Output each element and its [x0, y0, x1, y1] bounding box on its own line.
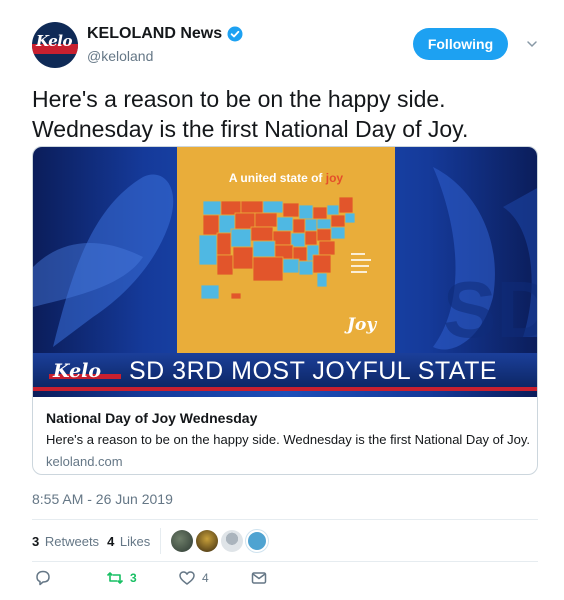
kelo-logo-text: Kelo [53, 360, 102, 382]
liker-avatar[interactable] [171, 530, 194, 552]
liker-avatar[interactable] [196, 530, 219, 552]
joy-poster: A united state of joy Joy [177, 147, 395, 353]
like-button[interactable]: 4 [178, 569, 209, 587]
name-row: KELOLAND News [87, 25, 243, 43]
tweet: Kelo KELOLAND News @keloland Following H… [0, 0, 564, 600]
card-domain: keloland.com [46, 454, 123, 469]
engagement-stats: 3 Retweets 4 Likes [32, 528, 269, 554]
news-banner: Kelo SD 3RD MOST JOYFUL STATE [33, 353, 537, 391]
banner-headline: SD 3RD MOST JOYFUL STATE [129, 357, 498, 385]
avatar[interactable]: Kelo [32, 22, 78, 68]
likes-stat[interactable]: 4 Likes [107, 534, 150, 549]
following-button[interactable]: Following [413, 28, 508, 60]
stats-separator [160, 528, 162, 554]
verified-badge-icon [227, 26, 243, 42]
retweets-stat[interactable]: 3 Retweets [32, 534, 99, 549]
retweet-icon [106, 572, 124, 584]
liker-avatars [171, 530, 269, 552]
divider-bottom [32, 561, 538, 562]
divider-top [32, 519, 538, 520]
avatar-logo: Kelo [36, 32, 72, 50]
svg-text:SD: SD [443, 265, 538, 354]
retweet-button[interactable]: 3 [106, 569, 137, 587]
handle[interactable]: @keloland [87, 48, 153, 64]
poster-title: A united state of joy [228, 171, 344, 185]
reply-button[interactable] [34, 569, 58, 587]
chevron-down-icon[interactable] [526, 38, 538, 50]
link-card[interactable]: SD A united state of joy [32, 146, 538, 475]
us-map-graphic [198, 196, 371, 300]
kelo-logo: Kelo [49, 359, 121, 385]
card-title: National Day of Joy Wednesday [46, 410, 258, 426]
timestamp[interactable]: 8:55 AM - 26 Jun 2019 [32, 491, 173, 507]
card-description: Here's a reason to be on the happy side.… [46, 432, 530, 447]
envelope-icon [251, 572, 267, 584]
retweet-count: 3 [130, 571, 137, 585]
liker-avatar[interactable] [246, 530, 269, 552]
heart-icon [179, 571, 195, 585]
card-body[interactable]: National Day of Joy Wednesday Here's a r… [33, 397, 537, 474]
like-count: 4 [202, 571, 209, 585]
liker-avatar[interactable] [221, 530, 244, 552]
poster-brand: Joy [347, 315, 377, 335]
direct-message-button[interactable] [250, 569, 268, 587]
card-image[interactable]: SD A united state of joy [33, 147, 538, 397]
tweet-text: Here's a reason to be on the happy side.… [32, 86, 469, 142]
display-name[interactable]: KELOLAND News [87, 25, 222, 43]
reply-icon [36, 570, 50, 586]
